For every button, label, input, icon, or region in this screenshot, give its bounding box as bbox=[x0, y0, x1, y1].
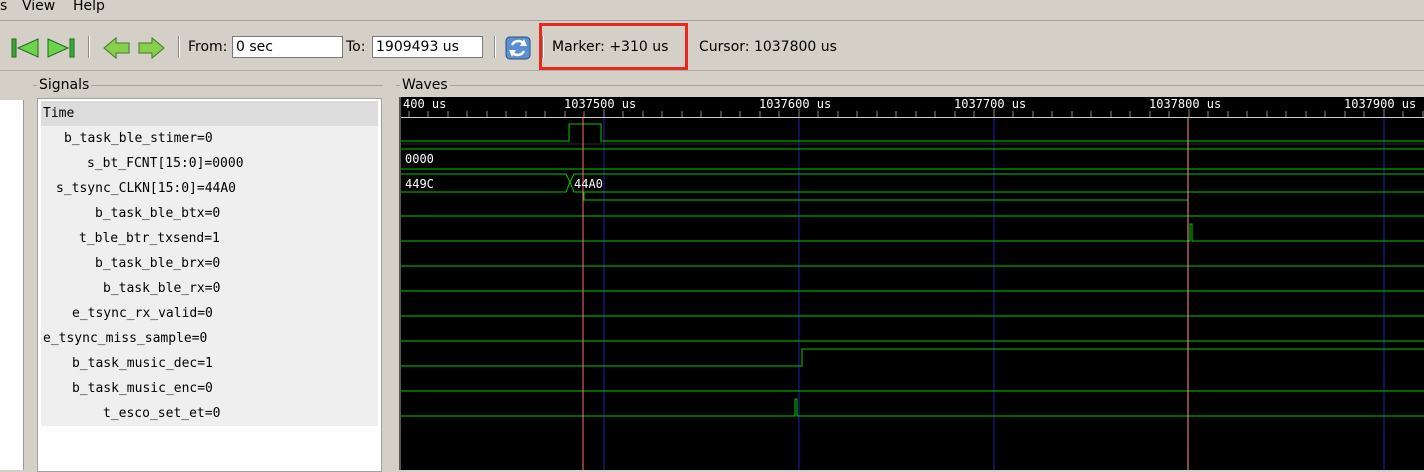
menu-item-partial[interactable]: s bbox=[0, 0, 7, 14]
signal-row[interactable]: t_ble_btr_txsend=1 bbox=[41, 226, 378, 252]
signal-row[interactable]: b_task_music_dec=1 bbox=[41, 351, 378, 377]
signal-label: e_tsync_rx_valid=0 bbox=[72, 306, 213, 321]
wave-b-task-ble-stimer bbox=[401, 123, 1424, 142]
grid-lines bbox=[603, 118, 1385, 470]
jump-end-icon bbox=[47, 38, 75, 58]
toolbar: From: 0 sec To: 1909493 us Marker: +310 … bbox=[0, 22, 1424, 71]
from-label: From: bbox=[188, 39, 228, 55]
scroll-left-button[interactable] bbox=[102, 35, 132, 61]
arrow-right-icon bbox=[138, 36, 165, 60]
marker-highlight-box bbox=[539, 23, 688, 70]
signal-row[interactable]: b_task_ble_btx=0 bbox=[41, 201, 378, 227]
jump-start-icon bbox=[11, 38, 39, 58]
cursor-time-readout: Cursor: 1037800 us bbox=[699, 39, 837, 55]
hierarchy-pane[interactable] bbox=[0, 100, 24, 470]
time-header-label: Time bbox=[43, 106, 75, 121]
signal-row[interactable]: e_tsync_miss_sample=0 bbox=[41, 326, 378, 352]
bus-label-clkn-before: 449C bbox=[405, 177, 434, 191]
wave-t-esco-set-et bbox=[401, 398, 1424, 417]
menu-bar: s View Help bbox=[0, 0, 1424, 21]
waves-group-title: Waves bbox=[400, 77, 450, 93]
bus-label-clkn-after: 44A0 bbox=[574, 177, 603, 191]
toolbar-separator bbox=[88, 36, 90, 58]
ruler-ticks bbox=[408, 109, 1424, 117]
signal-label: b_task_ble_stimer=0 bbox=[64, 131, 213, 146]
wave-t-ble-btr-txsend bbox=[401, 223, 1424, 242]
signal-label: b_task_music_enc=0 bbox=[72, 381, 213, 396]
signal-row[interactable]: t_esco_set_et=0 bbox=[41, 401, 378, 427]
reload-button[interactable] bbox=[504, 35, 534, 61]
signal-label: b_task_ble_brx=0 bbox=[95, 256, 221, 271]
wave-b-task-music-dec bbox=[401, 348, 1424, 367]
signal-label: e_tsync_miss_sample=0 bbox=[43, 331, 208, 346]
waveform-canvas[interactable]: 0000 449C 44A0 bbox=[401, 97, 1424, 470]
signals-group-title: Signals bbox=[37, 77, 92, 93]
zoom-to-start-button[interactable] bbox=[10, 35, 40, 61]
to-time-input[interactable]: 1909493 us bbox=[372, 36, 483, 58]
waves-panel[interactable]: 400 us 1037500 us 1037600 us 1037700 us … bbox=[399, 97, 1424, 470]
signal-label: b_task_music_dec=1 bbox=[72, 356, 213, 371]
signal-row[interactable]: e_tsync_rx_valid=0 bbox=[41, 301, 378, 327]
signal-row[interactable]: b_task_ble_rx=0 bbox=[41, 276, 378, 302]
signal-row[interactable]: b_task_ble_brx=0 bbox=[41, 251, 378, 277]
scroll-right-button[interactable] bbox=[136, 35, 166, 61]
waveforms bbox=[401, 123, 1424, 417]
bus-label-fcnt: 0000 bbox=[405, 152, 434, 166]
signal-row[interactable]: s_bt_FCNT[15:0]=0000 bbox=[41, 151, 378, 177]
signal-row[interactable]: b_task_music_enc=0 bbox=[41, 376, 378, 402]
time-header-row[interactable]: Time bbox=[41, 101, 378, 127]
from-time-input[interactable]: 0 sec bbox=[232, 36, 343, 58]
signal-label: t_esco_set_et=0 bbox=[103, 406, 221, 421]
toolbar-separator bbox=[178, 36, 180, 58]
signal-label: b_task_ble_rx=0 bbox=[103, 281, 221, 296]
wave-s-tsync-clkn bbox=[401, 173, 1424, 184]
signal-label: s_bt_FCNT[15:0]=0000 bbox=[87, 156, 244, 171]
to-label: To: bbox=[346, 39, 366, 55]
signal-row[interactable]: s_tsync_CLKN[15:0]=44A0 bbox=[41, 176, 378, 202]
signals-panel: Time b_task_ble_stimer=0 s_bt_FCNT[15:0]… bbox=[37, 98, 382, 472]
menu-item-view[interactable]: View bbox=[22, 0, 55, 14]
signal-row[interactable]: b_task_ble_stimer=0 bbox=[41, 126, 378, 152]
arrow-left-icon bbox=[103, 36, 130, 60]
pane-divider[interactable] bbox=[382, 98, 398, 470]
menu-item-help[interactable]: Help bbox=[73, 0, 105, 14]
signal-label: t_ble_btr_txsend=1 bbox=[79, 231, 220, 246]
zoom-to-end-button[interactable] bbox=[46, 35, 76, 61]
toolbar-separator bbox=[494, 36, 496, 58]
signal-label: s_tsync_CLKN[15:0]=44A0 bbox=[56, 181, 237, 196]
signal-label: b_task_ble_btx=0 bbox=[95, 206, 221, 221]
refresh-icon bbox=[505, 36, 531, 60]
waves-group-border bbox=[396, 85, 1424, 86]
